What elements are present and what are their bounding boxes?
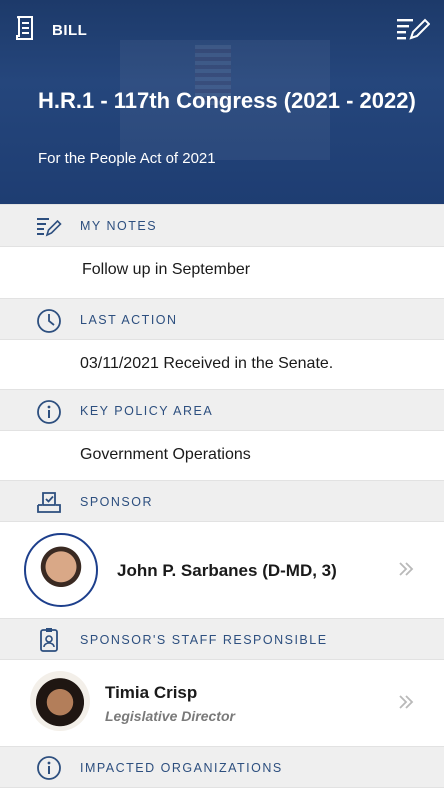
clock-icon <box>37 309 61 333</box>
sponsor-avatar <box>24 533 98 607</box>
document-icon <box>16 16 33 40</box>
my-notes-label: MY NOTES <box>80 219 158 233</box>
staff-name[interactable]: Timia Crisp <box>105 683 197 703</box>
staff-label: SPONSOR'S STAFF RESPONSIBLE <box>80 633 328 647</box>
policy-area-value: Government Operations <box>80 446 251 463</box>
organizations-label: IMPACTED ORGANIZATIONS <box>80 761 283 775</box>
id-badge-icon <box>40 628 58 652</box>
notes-pencil-icon <box>37 218 62 237</box>
staff-header: SPONSOR'S STAFF RESPONSIBLE <box>0 618 444 660</box>
ballot-check-icon <box>37 492 61 513</box>
bill-subtitle: For the People Act of 2021 <box>38 150 216 167</box>
double-chevron-right-icon[interactable] <box>398 694 414 710</box>
info-icon <box>37 756 61 780</box>
staff-avatar <box>30 671 90 731</box>
bill-label: BILL <box>52 22 88 39</box>
policy-area-label: KEY POLICY AREA <box>80 404 214 418</box>
sponsor-name[interactable]: John P. Sarbanes (D-MD, 3) <box>117 561 337 581</box>
top-bar: BILL <box>0 0 444 60</box>
policy-area-header: KEY POLICY AREA <box>0 389 444 431</box>
bill-header: BILL H.R.1 - 117th Congress (2021 - 2022… <box>0 0 444 204</box>
my-notes-header: MY NOTES <box>0 204 444 247</box>
sponsor-label: SPONSOR <box>80 495 154 509</box>
last-action-label: LAST ACTION <box>80 313 178 327</box>
edit-notes-icon[interactable] <box>396 16 430 42</box>
staff-role: Legislative Director <box>105 708 235 724</box>
my-notes-value[interactable]: Follow up in September <box>82 261 250 279</box>
double-chevron-right-icon[interactable] <box>398 561 414 577</box>
last-action-value: 03/11/2021 Received in the Senate. <box>80 355 334 372</box>
info-icon <box>37 400 61 424</box>
sponsor-header: SPONSOR <box>0 480 444 522</box>
bill-title: H.R.1 - 117th Congress (2021 - 2022) <box>38 88 416 113</box>
organizations-header: IMPACTED ORGANIZATIONS <box>0 746 444 788</box>
last-action-header: LAST ACTION <box>0 298 444 340</box>
